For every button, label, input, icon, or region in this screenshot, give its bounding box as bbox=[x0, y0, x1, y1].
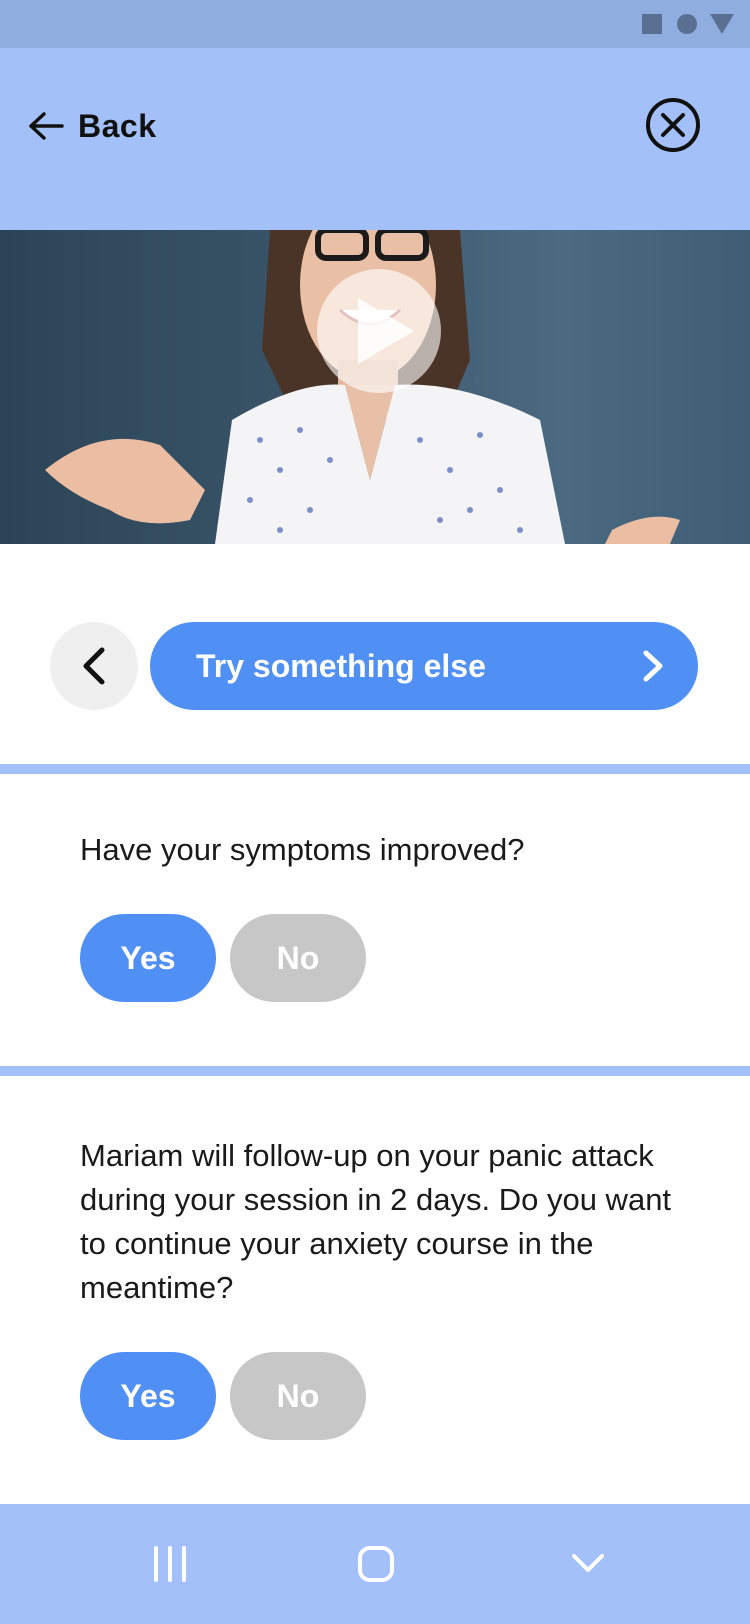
chevron-down-icon[interactable] bbox=[568, 1544, 608, 1584]
triangle-status-icon bbox=[710, 14, 734, 34]
chevron-left-icon bbox=[83, 647, 105, 685]
continue-no-button[interactable]: No bbox=[230, 1352, 366, 1440]
symptoms-no-button[interactable]: No bbox=[230, 914, 366, 1002]
home-icon[interactable] bbox=[356, 1544, 396, 1584]
system-navigation-bar bbox=[0, 1504, 750, 1624]
section-divider bbox=[0, 1066, 750, 1076]
symptoms-yes-button[interactable]: Yes bbox=[80, 914, 216, 1002]
continue-yes-button[interactable]: Yes bbox=[80, 1352, 216, 1440]
chevron-right-icon bbox=[643, 650, 663, 682]
back-label: Back bbox=[78, 107, 157, 144]
recent-apps-icon[interactable] bbox=[150, 1544, 190, 1584]
symptoms-question: Have your symptoms improved? bbox=[80, 832, 525, 867]
arrow-left-icon bbox=[29, 112, 64, 140]
square-status-icon bbox=[642, 14, 662, 34]
close-icon bbox=[646, 98, 700, 152]
play-button[interactable] bbox=[316, 268, 442, 394]
section-divider bbox=[0, 764, 750, 774]
circle-status-icon bbox=[677, 14, 697, 34]
previous-button[interactable] bbox=[50, 622, 138, 710]
try-something-else-button[interactable]: Try something else bbox=[150, 622, 698, 710]
try-something-else-label: Try something else bbox=[196, 648, 486, 684]
play-icon bbox=[317, 269, 441, 393]
status-bar bbox=[0, 0, 750, 48]
close-button[interactable] bbox=[644, 96, 702, 154]
back-button[interactable]: Back bbox=[28, 104, 157, 148]
continue-course-question: Mariam will follow-up on your panic atta… bbox=[80, 1138, 672, 1305]
step-navigation: Try something else bbox=[0, 622, 750, 712]
